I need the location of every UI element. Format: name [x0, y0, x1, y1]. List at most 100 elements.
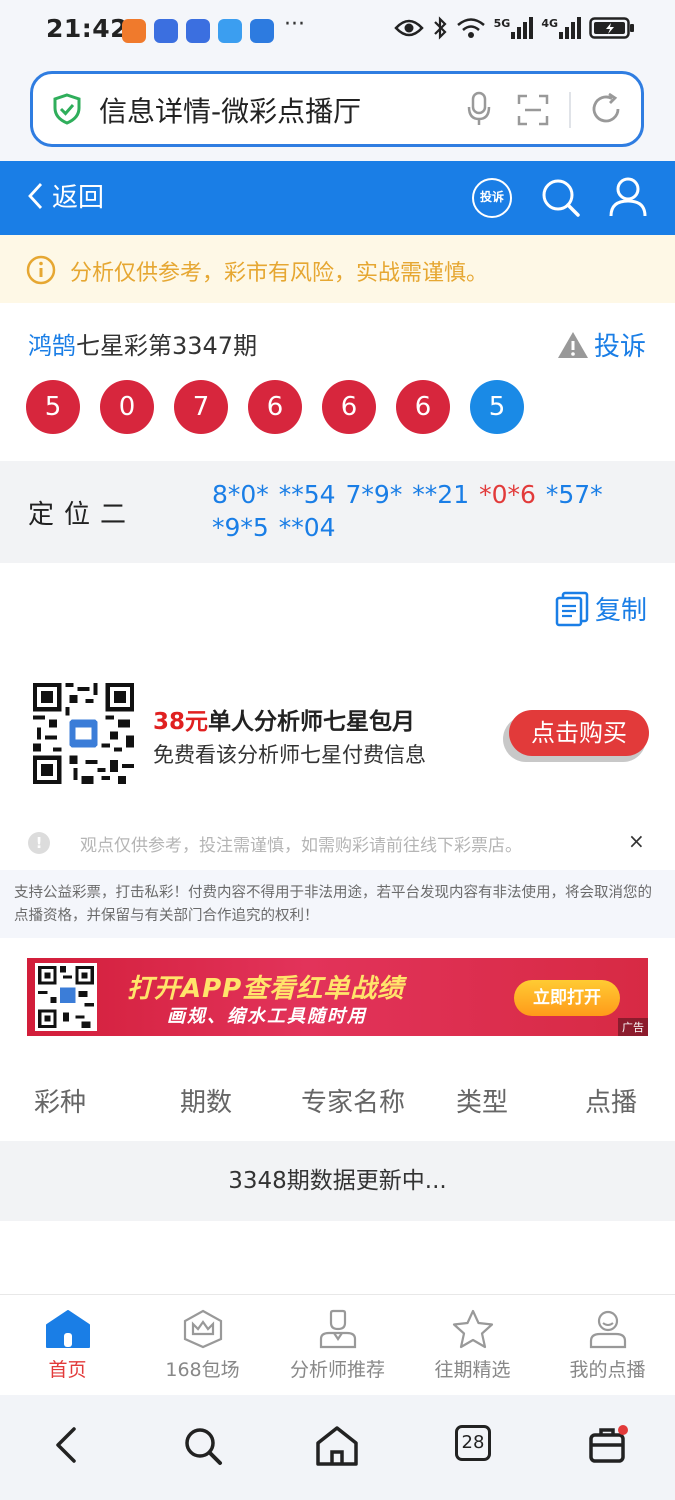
- draw-ball: 6: [322, 380, 376, 434]
- clock: 21:42: [46, 14, 129, 43]
- signal-5g-icon: 5G: [494, 17, 534, 39]
- browser-bar: 信息详情-微彩点播厅: [0, 62, 675, 161]
- prediction-label: 定位二: [28, 500, 137, 530]
- complain-link[interactable]: 投诉: [556, 326, 646, 363]
- complain-button[interactable]: 投诉: [472, 178, 512, 218]
- refresh-icon[interactable]: [588, 91, 624, 127]
- notice-text: 分析仅供参考，彩市有风险，实战需谨慎。: [70, 261, 489, 286]
- ad-subtitle: 画规、缩水工具随时用: [167, 1006, 367, 1027]
- copy-button[interactable]: 复制: [555, 590, 647, 627]
- buy-button[interactable]: 点击购买: [509, 710, 649, 756]
- copy-label: 复制: [595, 596, 648, 626]
- prediction-code: 7*9*: [345, 480, 403, 509]
- disclaimer-tip: ! 观点仅供参考，投注需谨慎，如需购彩请前往线下彩票店。 ×: [0, 825, 675, 867]
- analyst-icon: [319, 1309, 356, 1349]
- crown-icon: [183, 1309, 222, 1349]
- promo-plan: 单人分析师七星包月: [208, 709, 416, 735]
- tab-label: 分析师推荐: [289, 1359, 385, 1381]
- info-icon: [26, 255, 56, 285]
- draw-ball: 6: [396, 380, 450, 434]
- tab-label: 首页: [48, 1359, 87, 1381]
- app-notification-icon: [122, 19, 146, 43]
- prediction-code: 8*0*: [212, 480, 269, 509]
- tab-168[interactable]: 168包场: [135, 1309, 270, 1382]
- column-header: 专家名称: [301, 1088, 406, 1118]
- ad-title: 打开APP查看红单战绩: [127, 974, 405, 1004]
- user-icon[interactable]: [608, 176, 648, 218]
- divider: [569, 92, 571, 128]
- ad-banner[interactable]: 打开APP查看红单战绩 画规、缩水工具随时用 立即打开 广告: [27, 958, 648, 1036]
- tab-label: 168包场: [165, 1359, 240, 1381]
- signal-4g-icon: 4G: [541, 17, 581, 39]
- draw-ball: 6: [248, 380, 302, 434]
- info-icon: !: [28, 832, 50, 854]
- browser-nav-bar: 28: [0, 1395, 675, 1500]
- promo-price: 38元: [153, 709, 209, 735]
- address-bar[interactable]: 信息详情-微彩点播厅: [30, 71, 644, 147]
- eye-icon: [393, 19, 424, 37]
- draw-ball: 0: [100, 380, 154, 434]
- prediction-code: **21: [412, 480, 470, 509]
- legal-text: 支持公益彩票，打击私彩！付费内容不得用于非法用途，若平台发现内容有非法使用，将会…: [0, 870, 675, 938]
- search-icon[interactable]: [540, 177, 582, 219]
- prediction-code: *0*6: [479, 480, 536, 509]
- bluetooth-icon: [433, 16, 447, 40]
- tab-analyst[interactable]: 分析师推荐: [270, 1309, 405, 1382]
- draw-numbers: 5076665: [26, 380, 524, 434]
- tab-label: 往期精选: [434, 1359, 511, 1381]
- prediction-code: **54: [278, 480, 336, 509]
- expert-name[interactable]: 鸿鹄: [28, 332, 76, 360]
- back-arrow-icon[interactable]: [52, 1425, 80, 1465]
- draw-ball: 7: [174, 380, 228, 434]
- wifi-icon: [456, 18, 485, 38]
- draw-issue: 七星彩第3347期: [76, 332, 258, 360]
- notification-icons: [122, 19, 274, 43]
- close-icon[interactable]: ×: [628, 829, 645, 853]
- tabs-button[interactable]: 28: [455, 1425, 491, 1461]
- more-notifications-icon: ···: [284, 12, 305, 37]
- prediction-code: **04: [278, 513, 336, 542]
- tab-home[interactable]: 首页: [0, 1309, 135, 1382]
- qr-code-image: [33, 683, 134, 784]
- table-header: 彩种 期数 专家名称 类型 点播: [0, 1058, 675, 1140]
- home-icon: [45, 1310, 90, 1348]
- ad-tag: 广告: [618, 1018, 648, 1036]
- draw-title: 鸿鹄七星彩第3347期: [28, 326, 257, 361]
- battery-charging-icon: [589, 17, 634, 39]
- table-status: 3348期数据更新中...: [0, 1141, 675, 1221]
- draw-ball: 5: [26, 380, 80, 434]
- warning-icon: [558, 331, 588, 358]
- back-label: 返回: [52, 183, 105, 213]
- back-button[interactable]: 返回: [26, 177, 104, 214]
- toolbox-icon: [589, 1425, 628, 1463]
- mic-icon[interactable]: [467, 91, 491, 127]
- promo-title: 38元单人分析师七星包月: [153, 702, 415, 736]
- home-icon[interactable]: [314, 1425, 360, 1467]
- shield-check-icon: [53, 93, 81, 125]
- system-status-icons: 5G 4G: [393, 16, 635, 40]
- tab-label: 我的点播: [569, 1359, 646, 1381]
- app-notification-icon: [218, 19, 242, 43]
- status-bar: 21:42 ··· 5G 4G: [0, 0, 675, 62]
- bottom-tab-bar: 首页 168包场 分析师推荐 往期精选 我的点播: [0, 1294, 675, 1394]
- prediction-code: *57*: [545, 480, 603, 509]
- app-notification-icon: [250, 19, 274, 43]
- complain-label: 投诉: [594, 332, 647, 362]
- prediction-row: 定位二 8*0* **54 7*9* **21 *0*6 *57* *9*5 *…: [0, 461, 675, 563]
- page-title[interactable]: 信息详情-微彩点播厅: [99, 90, 361, 130]
- promo-subtitle: 免费看该分析师七星付费信息: [153, 743, 426, 767]
- app-notification-icon: [154, 19, 178, 43]
- draw-ball: 5: [470, 380, 524, 434]
- app-header: 返回 投诉: [0, 161, 675, 235]
- qr-code-image: [35, 963, 97, 1031]
- scan-icon[interactable]: [517, 94, 549, 126]
- tab-my-orders[interactable]: 我的点播: [540, 1309, 675, 1382]
- search-icon[interactable]: [182, 1425, 224, 1467]
- app-notification-icon: [186, 19, 210, 43]
- ad-open-button[interactable]: 立即打开: [514, 980, 620, 1016]
- tab-featured[interactable]: 往期精选: [405, 1309, 540, 1382]
- star-icon: [452, 1309, 493, 1349]
- chevron-left-icon: [28, 182, 43, 209]
- risk-notice: 分析仅供参考，彩市有风险，实战需谨慎。: [0, 235, 675, 303]
- toolbox-button[interactable]: [588, 1425, 628, 1469]
